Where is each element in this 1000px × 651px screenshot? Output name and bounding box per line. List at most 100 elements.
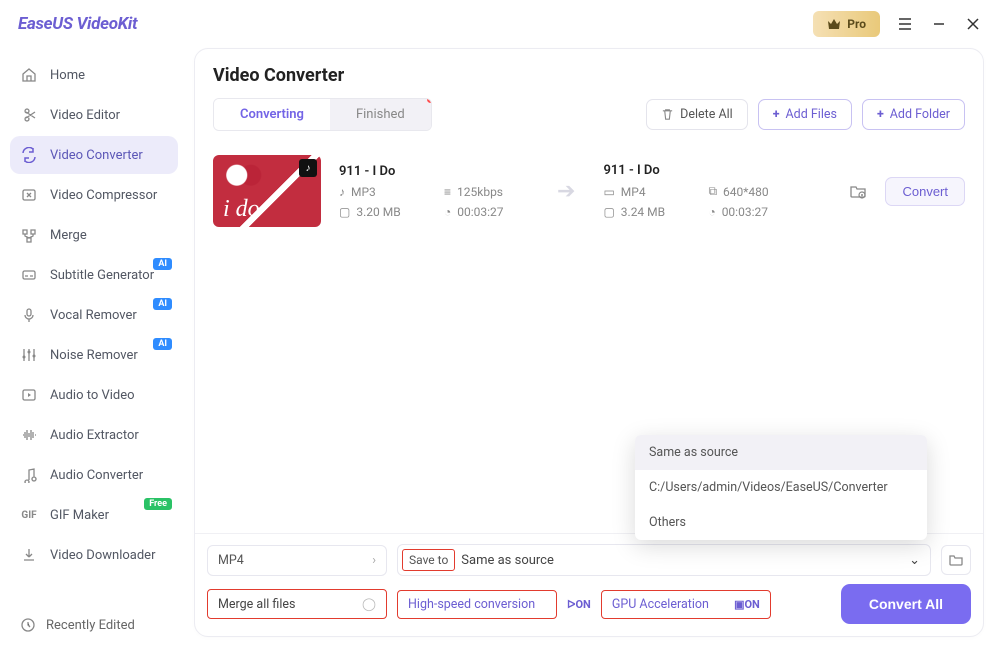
tabs: Converting Finished xyxy=(213,98,432,131)
chevron-down-icon: ⌄ xyxy=(909,553,920,568)
conversion-item: ♪ i do 911 - I Do ♪ MP3 ≡ 125kbps ▢ 3.20 MB… xyxy=(213,145,965,237)
on-indicator-icon: ᐅON xyxy=(567,598,591,611)
convert-button[interactable]: Convert xyxy=(885,177,965,206)
sidebar-item-label: Home xyxy=(50,68,85,83)
sidebar-item-audio-extractor[interactable]: Audio Extractor xyxy=(10,416,178,454)
browse-folder-button[interactable] xyxy=(941,545,971,575)
bitrate-icon: ≡ xyxy=(444,185,451,199)
save-to-field[interactable]: Save to Same as source ⌄ xyxy=(397,544,931,576)
sidebar-item-label: Merge xyxy=(50,228,87,243)
dropdown-option-same-as-source[interactable]: Same as source xyxy=(635,435,927,470)
merge-all-files-toggle[interactable]: Merge all files ◯ xyxy=(207,589,387,619)
source-format: MP3 xyxy=(351,185,376,199)
target-size: 3.24 MB xyxy=(621,205,665,219)
sidebar-item-label: Noise Remover xyxy=(50,348,138,363)
disk-icon: ▢ xyxy=(339,205,350,219)
ai-badge: AI xyxy=(153,338,172,350)
ai-badge: AI xyxy=(153,258,172,270)
close-icon[interactable] xyxy=(964,15,982,33)
sidebar-item-label: Subtitle Generator xyxy=(50,268,154,283)
output-format-value: MP4 xyxy=(218,553,244,568)
disk-icon: ▢ xyxy=(603,205,614,219)
pro-badge[interactable]: Pro xyxy=(813,11,880,37)
tab-converting[interactable]: Converting xyxy=(214,99,330,130)
sidebar-item-video-compressor[interactable]: Video Compressor xyxy=(10,176,178,214)
recently-edited-button[interactable]: Recently Edited xyxy=(10,607,178,643)
free-badge: Free xyxy=(144,498,172,510)
sidebar-item-audio-converter[interactable]: Audio Converter xyxy=(10,456,178,494)
sidebar-item-label: Video Compressor xyxy=(50,188,157,203)
source-size: 3.20 MB xyxy=(356,205,400,219)
sidebar-item-merge[interactable]: Merge xyxy=(10,216,178,254)
plus-icon: + xyxy=(877,107,884,122)
sidebar-item-vocal-remover[interactable]: Vocal Remover AI xyxy=(10,296,178,334)
sliders-icon xyxy=(20,346,38,364)
sidebar-item-label: Audio Converter xyxy=(50,468,143,483)
dropdown-option-path[interactable]: C:/Users/admin/Videos/EaseUS/Converter xyxy=(635,470,927,505)
sidebar-item-home[interactable]: Home xyxy=(10,56,178,94)
sidebar-item-subtitle-generator[interactable]: Subtitle Generator AI xyxy=(10,256,178,294)
download-icon xyxy=(20,546,38,564)
merge-icon xyxy=(20,226,38,244)
convert-icon xyxy=(20,146,38,164)
save-to-dropdown[interactable]: Same as source C:/Users/admin/Videos/Eas… xyxy=(635,435,927,540)
ai-badge: AI xyxy=(153,298,172,310)
sidebar-item-gif-maker[interactable]: GIF GIF Maker Free xyxy=(10,496,178,534)
notification-dot-icon xyxy=(427,98,432,103)
sidebar-item-noise-remover[interactable]: Noise Remover AI xyxy=(10,336,178,374)
brand-logo: EaseUS VideoKit xyxy=(18,14,137,34)
arrow-right-icon: ➔ xyxy=(547,179,585,204)
chevron-right-icon: › xyxy=(372,553,376,568)
source-bitrate: 125kbps xyxy=(457,185,503,199)
sidebar-item-label: Video Editor xyxy=(50,108,120,123)
resolution-icon: ⧉ xyxy=(708,184,717,199)
save-to-label: Save to xyxy=(402,549,455,571)
clock-icon: ◔ xyxy=(444,205,451,219)
output-format-select[interactable]: MP4 › xyxy=(207,545,387,576)
page-title: Video Converter xyxy=(213,65,965,86)
target-title: 911 - I Do xyxy=(603,163,793,178)
add-files-button[interactable]: + Add Files xyxy=(758,99,852,130)
music-badge-icon: ♪ xyxy=(299,159,317,177)
trash-icon xyxy=(661,108,674,121)
music-note-icon xyxy=(20,466,38,484)
gpu-acceleration-toggle[interactable]: GPU Acceleration ▣ON xyxy=(601,590,771,619)
sidebar-item-video-editor[interactable]: Video Editor xyxy=(10,96,178,134)
sidebar-item-label: Video Converter xyxy=(50,148,143,163)
sidebar-item-audio-to-video[interactable]: Audio to Video xyxy=(10,376,178,414)
scissors-icon xyxy=(20,106,38,124)
home-icon xyxy=(20,66,38,84)
sidebar: Home Video Editor Video Converter Video … xyxy=(0,48,188,651)
subtitle-icon xyxy=(20,266,38,284)
circle-icon: ◯ xyxy=(362,596,376,612)
sidebar-item-video-converter[interactable]: Video Converter xyxy=(10,136,178,174)
clock-icon xyxy=(20,617,36,633)
delete-all-button[interactable]: Delete All xyxy=(646,99,748,130)
item-thumbnail[interactable]: ♪ i do xyxy=(213,155,321,227)
crown-icon xyxy=(827,18,841,30)
bottom-bar: MP4 › Save to Same as source ⌄ Merge all… xyxy=(195,533,983,636)
open-folder-icon[interactable] xyxy=(849,182,867,200)
source-duration: 00:03:27 xyxy=(457,205,503,219)
add-folder-button[interactable]: + Add Folder xyxy=(862,99,965,130)
convert-all-button[interactable]: Convert All xyxy=(841,584,971,624)
target-resolution: 640*480 xyxy=(723,185,769,199)
tab-finished[interactable]: Finished xyxy=(330,99,431,130)
compress-icon xyxy=(20,186,38,204)
clock-icon: ◔ xyxy=(708,205,715,219)
high-speed-toggle[interactable]: High-speed conversion xyxy=(397,590,557,619)
waveform-icon xyxy=(20,426,38,444)
source-title: 911 - I Do xyxy=(339,164,529,179)
sidebar-item-label: GIF Maker xyxy=(50,508,109,523)
main-card: Video Converter Converting Finished Dele… xyxy=(194,48,984,637)
sidebar-item-label: Vocal Remover xyxy=(50,308,137,323)
music-icon: ♪ xyxy=(339,185,345,199)
sidebar-item-video-downloader[interactable]: Video Downloader xyxy=(10,536,178,574)
dropdown-option-others[interactable]: Others xyxy=(635,505,927,540)
save-to-value: Same as source xyxy=(461,553,554,568)
target-format: MP4 xyxy=(621,185,646,199)
minimize-icon[interactable] xyxy=(930,15,948,33)
menu-icon[interactable] xyxy=(896,15,914,33)
chip-on-icon: ▣ON xyxy=(734,598,760,611)
gif-icon: GIF xyxy=(20,506,38,524)
